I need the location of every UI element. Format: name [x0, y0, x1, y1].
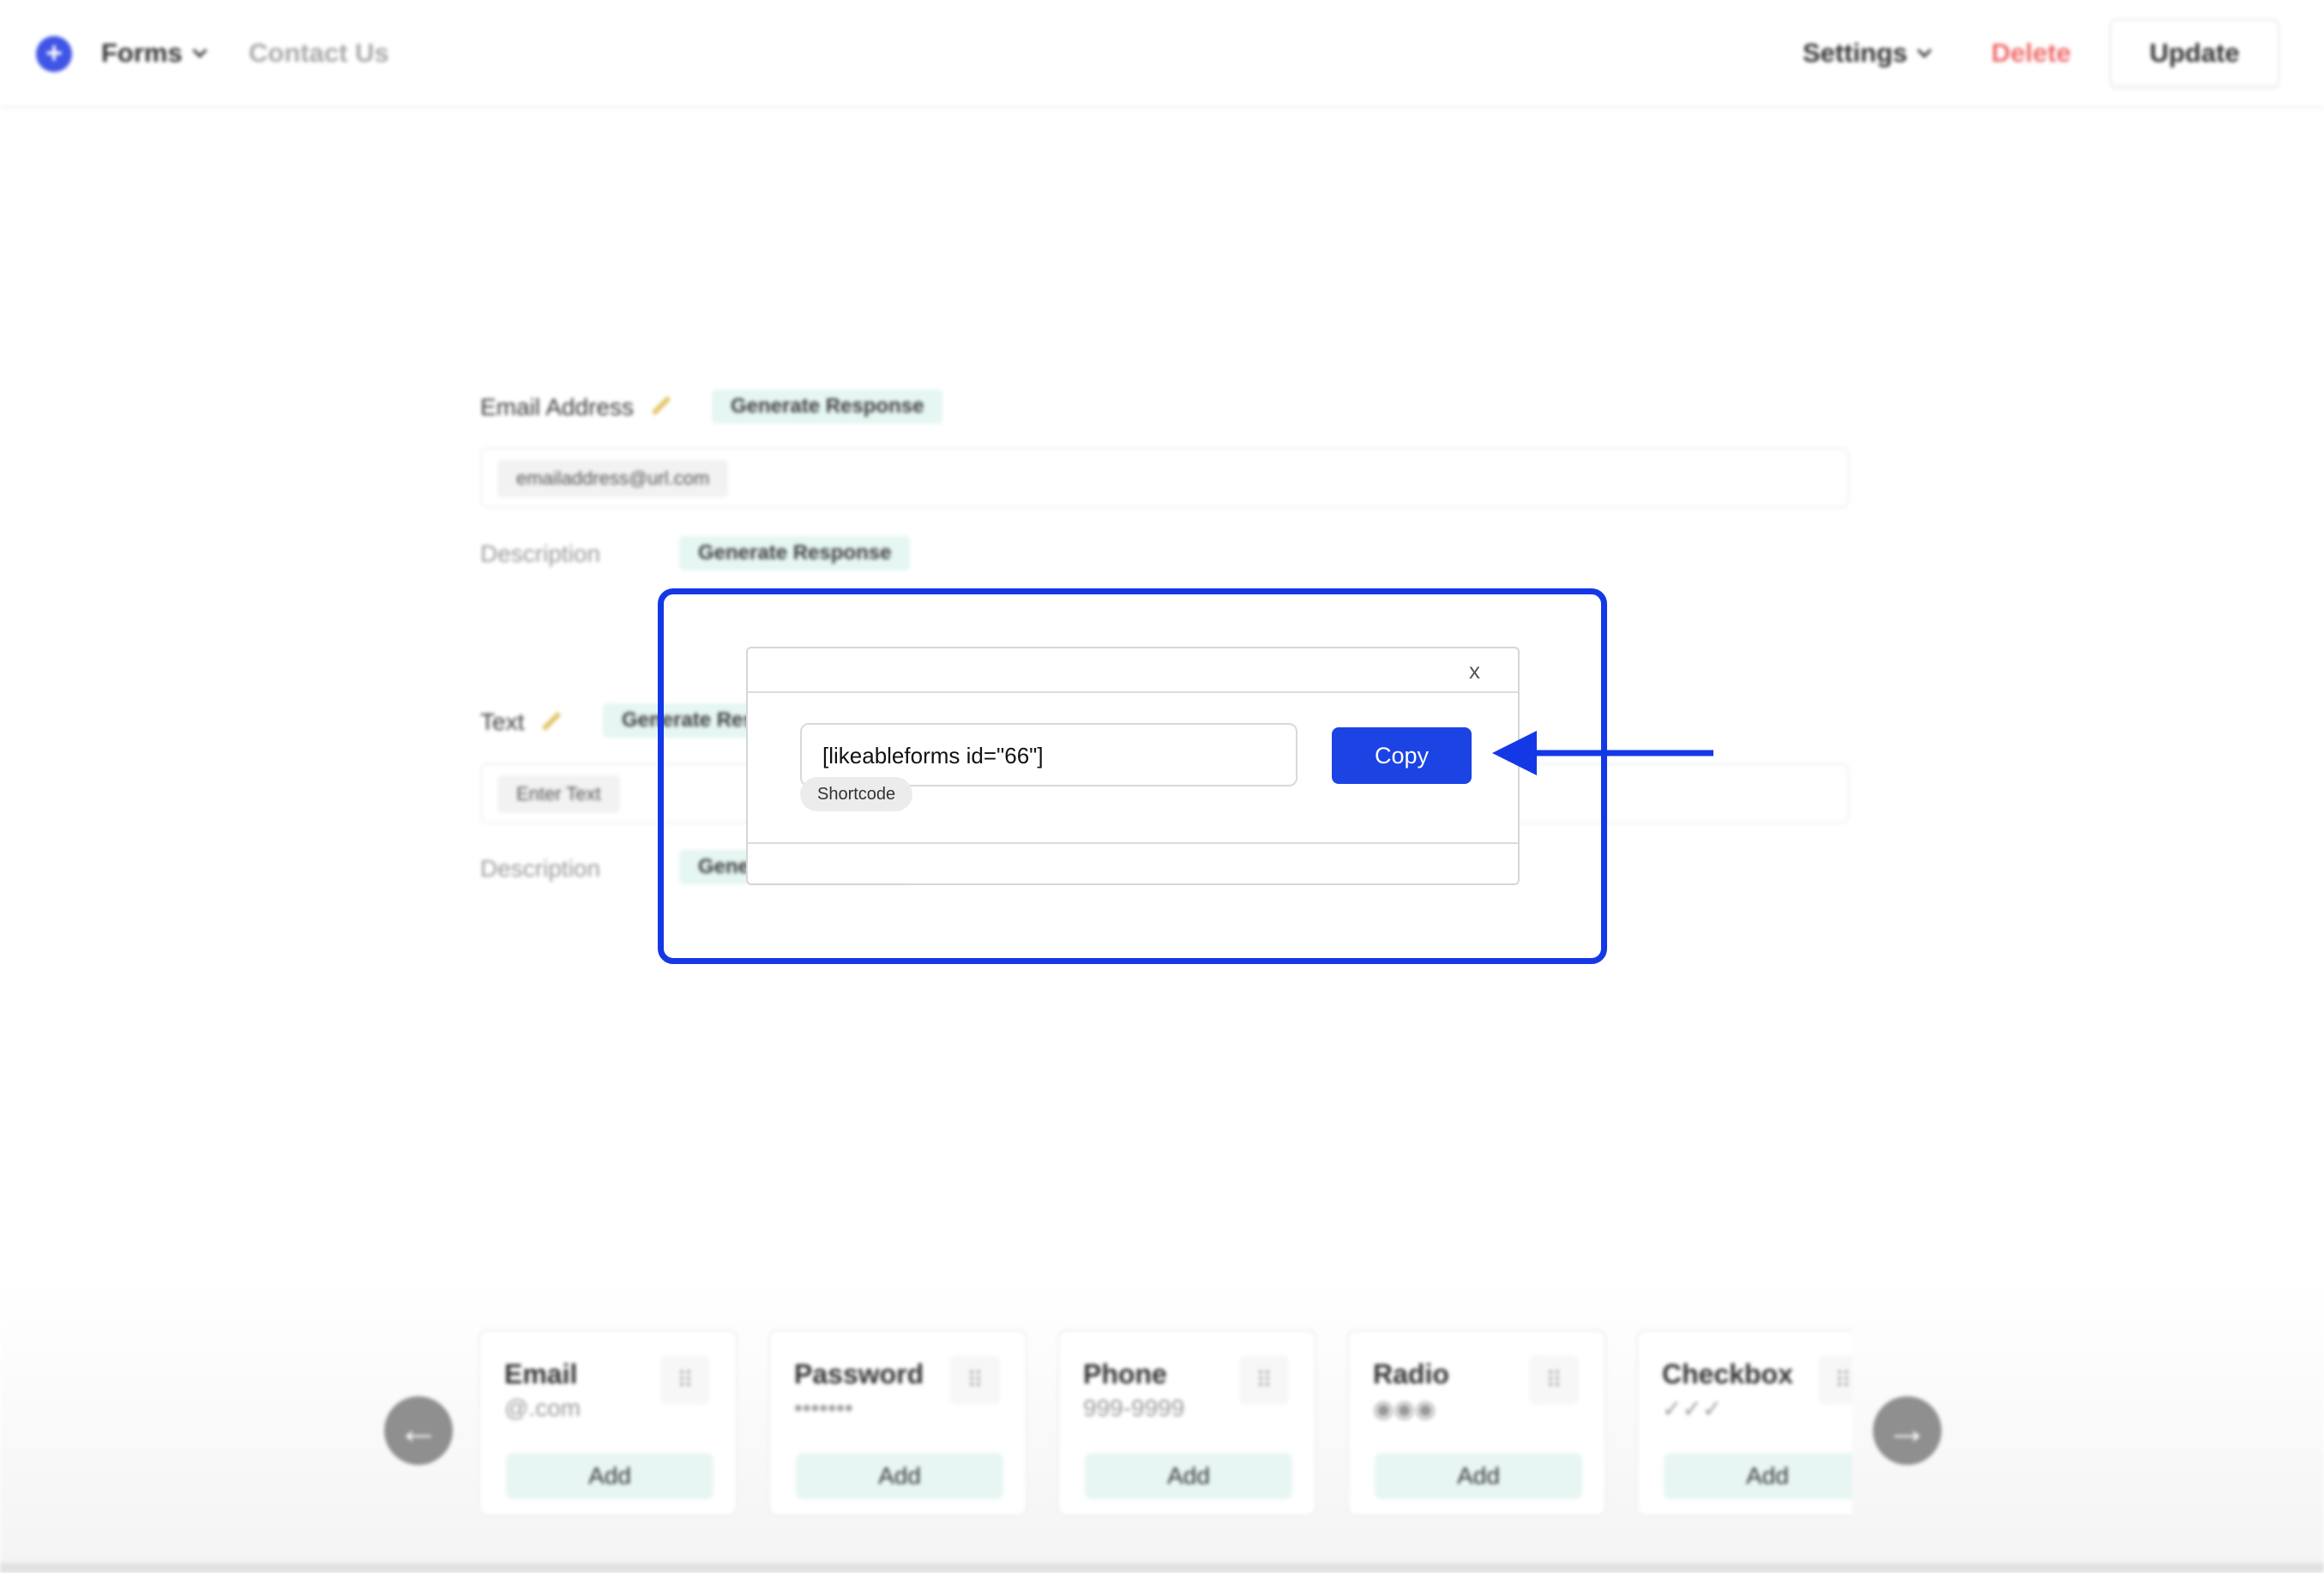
palette-card-checkbox: Checkbox ✓✓✓ ⠿ Add	[1636, 1329, 1852, 1516]
forms-menu[interactable]: Forms	[101, 38, 208, 69]
card-sample: ✓✓✓	[1662, 1395, 1723, 1422]
palette-card-radio: Radio ◉◉◉ ⠿ Add	[1347, 1329, 1606, 1516]
bottom-strip	[0, 1563, 2324, 1573]
drag-handle-icon[interactable]: ⠿	[660, 1355, 710, 1405]
arrow-right-icon[interactable]: →	[1873, 1396, 1942, 1465]
email-field-label: Email Address	[480, 394, 634, 420]
copy-button[interactable]: Copy	[1332, 727, 1472, 784]
settings-menu-label: Settings	[1803, 38, 1908, 68]
close-icon[interactable]: x	[1469, 658, 1480, 684]
plus-circle-icon[interactable]: +	[36, 36, 72, 72]
palette-card-clip: Checkbox ✓✓✓ ⠿ Add	[1636, 1329, 1852, 1516]
settings-menu[interactable]: Settings	[1803, 38, 1932, 69]
dialog-footer	[748, 842, 1518, 885]
email-description-label: Description	[480, 540, 601, 567]
add-radio-button[interactable]: Add	[1375, 1453, 1582, 1499]
add-password-button[interactable]: Add	[796, 1453, 1003, 1499]
pointer-arrow-head	[1492, 731, 1537, 775]
card-title: Checkbox	[1662, 1359, 1793, 1389]
chevron-down-icon	[192, 43, 208, 58]
palette-card-password: Password ••••••• ⠿ Add	[768, 1329, 1027, 1516]
text-placeholder: Enter Text	[497, 775, 620, 813]
card-title: Email	[504, 1359, 578, 1389]
text-field-label: Text	[480, 708, 525, 735]
palette-card-email: Email @.com ⠿ Add	[479, 1329, 738, 1516]
email-generate-response-button[interactable]: Generate Response	[712, 389, 943, 424]
drag-handle-icon[interactable]: ⠿	[1818, 1355, 1852, 1405]
pointer-arrow-icon	[1492, 731, 1713, 775]
pencil-icon[interactable]	[541, 711, 562, 732]
update-button[interactable]: Update	[2110, 19, 2279, 87]
chevron-down-icon	[1917, 43, 1932, 58]
drag-handle-icon[interactable]: ⠿	[950, 1355, 1000, 1405]
add-checkbox-button[interactable]: Add	[1664, 1453, 1852, 1499]
card-title: Phone	[1083, 1359, 1167, 1389]
card-sample: •••••••	[794, 1395, 853, 1421]
palette-card-phone: Phone 999-9999 ⠿ Add	[1057, 1329, 1316, 1516]
add-phone-button[interactable]: Add	[1085, 1453, 1292, 1499]
form-title-contact-us[interactable]: Contact Us	[249, 38, 389, 69]
arrow-left-icon[interactable]: ←	[384, 1396, 453, 1465]
add-email-button[interactable]: Add	[506, 1453, 713, 1499]
card-sample: 999-9999	[1083, 1395, 1185, 1421]
email-placeholder: emailaddress@url.com	[497, 460, 729, 497]
drag-handle-icon[interactable]: ⠿	[1529, 1355, 1579, 1405]
card-sample: @.com	[504, 1395, 581, 1421]
shortcode-label: Shortcode	[800, 777, 913, 811]
top-navbar: + Forms Contact Us Settings Delete Updat…	[0, 0, 2324, 108]
email-field-box[interactable]: emailaddress@url.com	[480, 448, 1849, 508]
forms-menu-label: Forms	[101, 38, 183, 68]
drag-handle-icon[interactable]: ⠿	[1239, 1355, 1289, 1405]
dialog-header: x	[748, 648, 1518, 693]
card-sample: ◉◉◉	[1373, 1395, 1436, 1422]
card-title: Password	[794, 1359, 924, 1389]
email-description-generate-button[interactable]: Generate Response	[679, 536, 911, 570]
text-description-label: Description	[480, 855, 601, 882]
delete-button[interactable]: Delete	[1991, 38, 2071, 69]
pencil-icon[interactable]	[651, 395, 671, 416]
card-title: Radio	[1373, 1359, 1449, 1389]
